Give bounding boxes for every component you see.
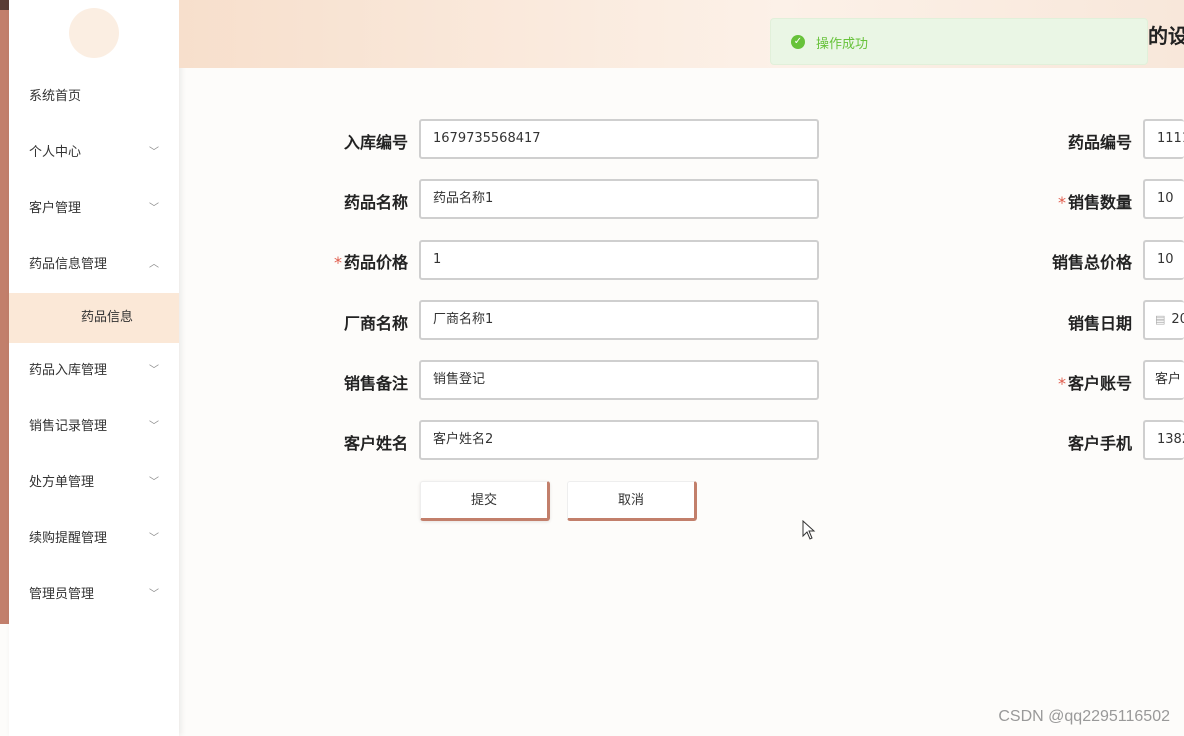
avatar[interactable] [69,8,119,58]
sales-quantity-field[interactable]: 10 [1143,179,1184,219]
sidebar-item-repurchase-reminder-management[interactable]: 续购提醒管理 ﹀ [9,511,179,567]
sales-date-picker[interactable]: ▤20 [1143,300,1184,340]
sidebar-item-customer-management[interactable]: 客户管理 ﹀ [9,181,179,237]
required-mark: * [1057,374,1066,393]
chevron-up-icon: ︿ [149,259,159,270]
drug-id-field[interactable]: 1111 [1143,119,1184,159]
check-circle-icon: ✓ [791,35,805,49]
sales-total-price-field[interactable]: 10 [1143,240,1184,280]
toast-message: 操作成功 [816,37,869,52]
sidebar-item-home[interactable]: 系统首页 [9,69,179,125]
sidebar-item-label: 处方单管理 [29,475,95,490]
label-stock-in-id: 入库编号 [343,133,408,152]
label-sales-remark: 销售备注 [343,374,408,393]
required-mark: * [333,253,342,272]
sidebar-item-label: 系统首页 [29,89,82,104]
watermark: CSDN @qq2295116502 [998,708,1170,725]
label-sales-date: 销售日期 [1067,314,1132,333]
chevron-down-icon: ﹀ [149,533,159,544]
sidebar-item-drug-stock-in-management[interactable]: 药品入库管理 ﹀ [9,343,179,399]
chevron-down-icon: ﹀ [149,203,159,214]
drug-name-field[interactable]: 药品名称1 [419,179,819,219]
chevron-down-icon: ﹀ [149,421,159,432]
sidebar-item-label: 管理员管理 [29,587,95,602]
drug-price-field[interactable]: 1 [419,240,819,280]
calendar-icon: ▤ [1155,313,1166,326]
sidebar-item-label: 续购提醒管理 [29,531,108,546]
sidebar-item-drug-info-management[interactable]: 药品信息管理 ︿ [9,237,179,293]
label-customer-name: 客户姓名 [343,434,408,453]
sidebar-item-prescription-management[interactable]: 处方单管理 ﹀ [9,455,179,511]
sidebar-item-label: 销售记录管理 [29,419,108,434]
sidebar-menu: 系统首页 个人中心 ﹀ 客户管理 ﹀ 药品信息管理 ︿ 药品信息 药品入库管理 … [9,69,179,623]
success-toast: ✓ 操作成功 [770,18,1148,65]
customer-phone-field[interactable]: 1382 [1143,420,1184,460]
left-accent-strip-top [0,0,9,10]
label-drug-price: * 药品价格 [333,253,408,272]
sidebar-subitem-drug-info[interactable]: 药品信息 [9,293,179,343]
customer-name-field[interactable]: 客户姓名2 [419,420,819,460]
submit-button[interactable]: 提交 [420,481,550,521]
chevron-down-icon: ﹀ [149,589,159,600]
label-customer-phone: 客户手机 [1067,434,1132,453]
sidebar-item-label: 药品入库管理 [29,363,108,378]
sidebar-item-sales-record-management[interactable]: 销售记录管理 ﹀ [9,399,179,455]
sidebar-subitem-label: 药品信息 [81,310,134,325]
chevron-down-icon: ﹀ [149,477,159,488]
sidebar: 系统首页 个人中心 ﹀ 客户管理 ﹀ 药品信息管理 ︿ 药品信息 药品入库管理 … [9,0,179,736]
sidebar-item-label: 个人中心 [29,145,82,160]
stock-in-id-field[interactable]: 1679735568417 [419,119,819,159]
sidebar-item-admin-management[interactable]: 管理员管理 ﹀ [9,567,179,623]
mouse-cursor-icon [802,520,816,540]
sidebar-item-personal-center[interactable]: 个人中心 ﹀ [9,125,179,181]
label-sales-total-price: 销售总价格 [1051,253,1132,272]
sidebar-item-label: 药品信息管理 [29,257,108,272]
label-drug-id: 药品编号 [1067,133,1132,152]
sales-remark-field[interactable]: 销售登记 [419,360,819,400]
page-title: 的设计 [1148,26,1184,48]
left-accent-strip [0,0,9,624]
label-sales-quantity: * 销售数量 [1057,193,1132,212]
chevron-down-icon: ﹀ [149,365,159,376]
label-manufacturer-name: 厂商名称 [343,314,408,333]
sidebar-item-label: 客户管理 [29,201,82,216]
chevron-down-icon: ﹀ [149,147,159,158]
label-customer-account: * 客户账号 [1057,374,1132,393]
label-drug-name: 药品名称 [343,193,408,212]
customer-account-select[interactable]: 客户 [1143,360,1184,400]
cancel-button[interactable]: 取消 [567,481,697,521]
manufacturer-name-field[interactable]: 厂商名称1 [419,300,819,340]
required-mark: * [1057,193,1066,212]
